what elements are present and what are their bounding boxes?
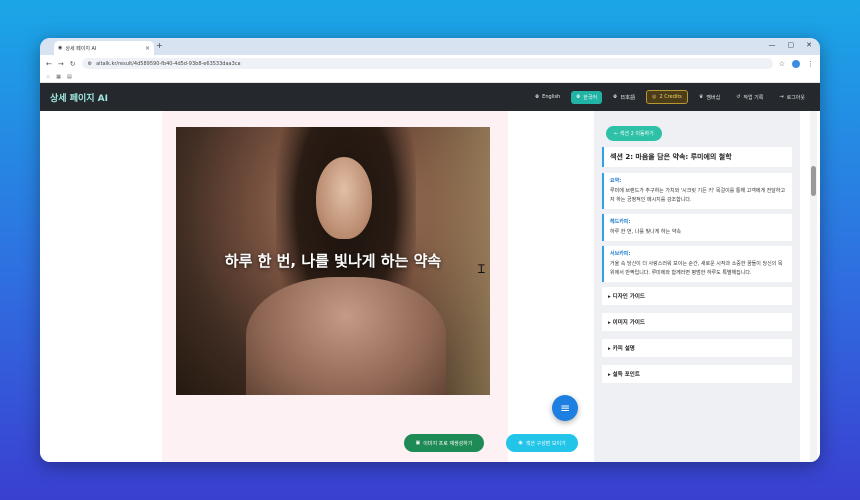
url-text: aitalk.kr/result/4d589590-fb40-4d5d-93b8… [96, 60, 241, 67]
app-title[interactable]: 상세 페이지 AI [50, 91, 108, 104]
bookmark-icon[interactable]: ▦ [56, 74, 61, 80]
card-label: 요약: [610, 178, 622, 184]
reload-icon[interactable]: ↻ [70, 60, 76, 68]
headcopy-card: 헤드카피: 하루 한 번, 나를 빛나게 하는 약속 [602, 214, 792, 241]
regenerate-label: 이미지 프로 재생성하기 [423, 440, 473, 447]
credits-badge[interactable]: ◎ 2 Credits [646, 90, 688, 104]
globe-icon: 🌐︎ [613, 94, 618, 100]
lang-english-button[interactable]: 🌐︎ English [530, 91, 565, 103]
coins-icon: ◎ [652, 94, 657, 100]
close-window-icon[interactable]: ✕ [806, 41, 812, 49]
card-text: 거울 속 당신이 더 사랑스러워 보이는 순간, 새로운 시작과 소중한 꿈들이… [610, 261, 783, 276]
profile-avatar[interactable] [792, 59, 800, 68]
back-to-section-button[interactable]: ← 섹션 2 이동하기 [606, 126, 662, 141]
crown-icon: ♛ [698, 94, 704, 100]
bookmarks-bar: ⁙ ▦ ▤ [40, 72, 820, 83]
hero-headline[interactable]: 하루 한 번, 나를 빛나게 하는 약속 [176, 250, 490, 271]
nav-label: 2 Credits [659, 94, 682, 100]
regenerate-image-button[interactable]: ▣ 이미지 프로 재생성하기 [404, 434, 484, 452]
menu-icon[interactable]: ⋮ [807, 60, 814, 68]
window-controls: — ▢ ✕ [769, 41, 813, 49]
globe-icon: 🌐︎ [535, 94, 540, 100]
logout-icon: ⇥ [779, 94, 784, 100]
favicon-icon: ◉ [58, 45, 63, 51]
preview-canvas: 하루 한 번, 나를 빛나게 하는 약속 Ɪ [162, 111, 508, 462]
apps-grid-icon[interactable]: ⁙ [46, 74, 50, 80]
globe-icon: 🌐︎ [576, 94, 581, 100]
menu-fab[interactable]: ≡ [552, 395, 578, 421]
eye-icon: ◉ [518, 440, 523, 446]
tab-bar: ◉ 상세 페이지 AI × + — ▢ ✕ [40, 38, 820, 55]
membership-button[interactable]: ♛ 멤버십 [694, 91, 725, 104]
show-sections-button[interactable]: ◉ 섹션 구성편 보이기 [506, 434, 578, 452]
face-shape [316, 157, 372, 239]
forward-icon[interactable]: → [58, 60, 64, 68]
hero-image[interactable]: 하루 한 번, 나를 빛나게 하는 약속 Ɪ [176, 127, 490, 395]
accordion-copy-explanation[interactable]: ▸ 카피 설명 [602, 339, 792, 357]
bookmark-folder-icon[interactable]: ▤ [67, 74, 72, 80]
browser-window: ◉ 상세 페이지 AI × + — ▢ ✕ ← → ↻ ⚙ aitalk.kr/… [40, 38, 820, 462]
nav-label: 한국어 [583, 94, 598, 101]
back-icon[interactable]: ← [46, 60, 52, 68]
browser-tab[interactable]: ◉ 상세 페이지 AI × [54, 41, 154, 55]
tab-title: 상세 페이지 AI [65, 45, 97, 52]
section-title: 섹션 2: 마음을 담은 약속: 루미에의 철학 [602, 147, 792, 167]
accordion-image-guide[interactable]: ▸ 이미지 가이드 [602, 313, 792, 331]
history-button[interactable]: ↺ 작업 기록 [731, 91, 768, 104]
header-nav: 🌐︎ English 🌐︎ 한국어 🌐︎ 日本語 ◎ 2 Credits ♛ 멤버십 ↺ 작… [530, 90, 810, 104]
subcopy-card: 서브카피: 거울 속 당신이 더 사랑스러워 보이는 순간, 새로운 시작과 소… [602, 246, 792, 282]
section-sidebar: ← 섹션 2 이동하기 섹션 2: 마음을 담은 약속: 루미에의 철학 요약:… [594, 111, 800, 462]
scrollbar-thumb[interactable] [811, 166, 816, 196]
app-header: 상세 페이지 AI 🌐︎ English 🌐︎ 한국어 🌐︎ 日本語 ◎ 2 Credi… [40, 83, 820, 111]
lang-japanese-button[interactable]: 🌐︎ 日本語 [608, 91, 640, 104]
nav-label: 日本語 [620, 94, 636, 101]
accordion-persuasion-points[interactable]: ▸ 설득 포인트 [602, 365, 792, 383]
card-text: 하루 한 번, 나를 빛나게 하는 약속 [610, 229, 681, 235]
card-label: 서브카피: [610, 251, 631, 257]
show-sections-label: 섹션 구성편 보이기 [525, 440, 566, 447]
site-info-icon[interactable]: ⚙ [88, 61, 92, 67]
close-tab-icon[interactable]: × [145, 45, 150, 52]
minimize-icon[interactable]: — [769, 41, 776, 49]
new-tab-button[interactable]: + [156, 41, 163, 50]
main-content: 하루 한 번, 나를 빛나게 하는 약속 Ɪ ≡ ▣ 이미지 프로 재생성하기 ◉… [40, 111, 820, 462]
card-label: 헤드카피: [610, 219, 631, 225]
list-icon: ≡ [559, 401, 571, 415]
nav-label: English [542, 94, 561, 100]
text-cursor-icon: Ɪ [478, 262, 485, 276]
scrollbar-track[interactable] [810, 111, 817, 462]
image-icon: ▣ [415, 440, 421, 446]
url-input[interactable]: ⚙ aitalk.kr/result/4d589590-fb40-4d5d-93… [81, 58, 773, 69]
lang-korean-button[interactable]: 🌐︎ 한국어 [571, 90, 603, 104]
maximize-icon[interactable]: ▢ [788, 41, 795, 49]
card-text: 루미에 브랜드가 추구하는 가치와 '시크릿 기든 키' 목걸이를 통해 고객에… [610, 188, 786, 203]
nav-label: 멤버십 [706, 94, 721, 101]
bookmark-star-icon[interactable]: ☆ [779, 60, 785, 68]
nav-label: 로그아웃 [786, 94, 805, 101]
logout-button[interactable]: ⇥ 로그아웃 [774, 91, 810, 104]
body-shape [246, 277, 446, 395]
history-icon: ↺ [736, 94, 741, 100]
accordion-design-guide[interactable]: ▸ 디자인 가이드 [602, 287, 792, 305]
address-bar-row: ← → ↻ ⚙ aitalk.kr/result/4d589590-fb40-4… [40, 55, 820, 72]
nav-label: 작업 기록 [743, 94, 764, 101]
summary-card: 요약: 루미에 브랜드가 추구하는 가치와 '시크릿 기든 키' 목걸이를 통해… [602, 173, 792, 209]
